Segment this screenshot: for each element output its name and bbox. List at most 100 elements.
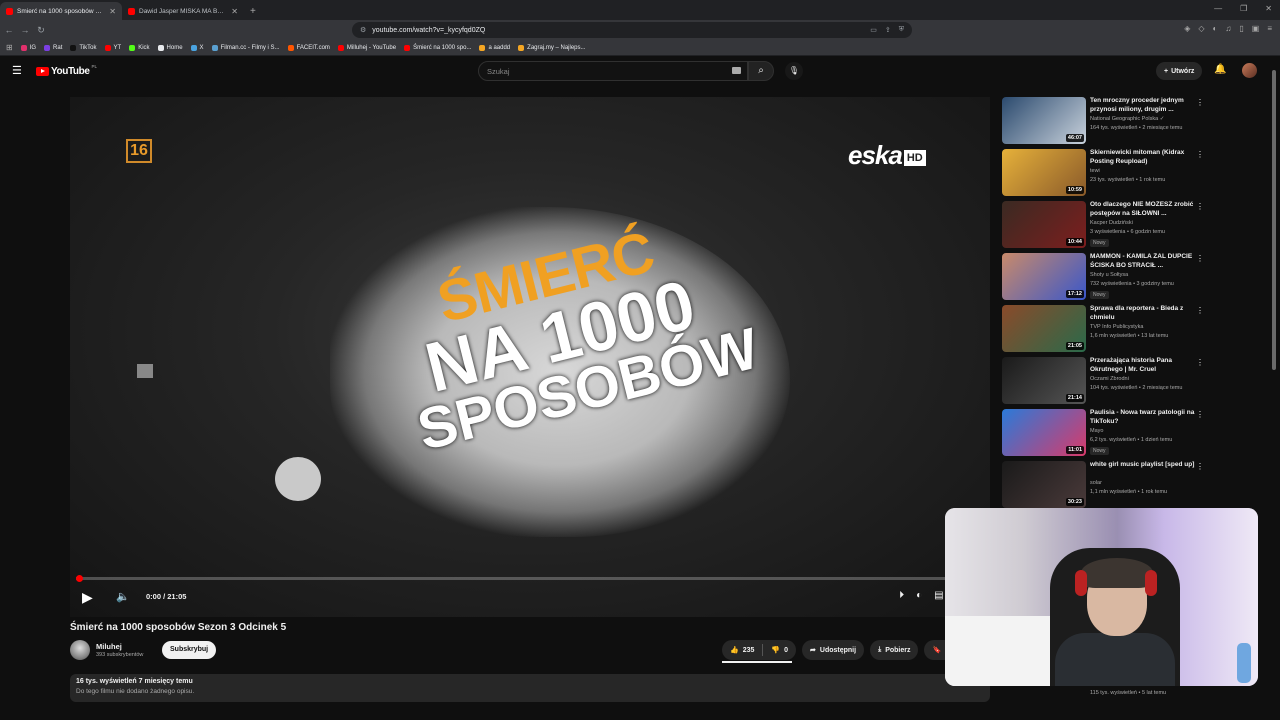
bookmark-item[interactable]: IG (20, 44, 36, 51)
search-button[interactable]: ⌕ (748, 61, 774, 81)
close-window-icon[interactable]: ✕ (1265, 4, 1272, 13)
maximize-icon[interactable]: ❐ (1240, 4, 1247, 13)
recommendation-channel[interactable]: solar (1090, 480, 1102, 486)
download-button[interactable]: ⤓ Pobierz (870, 640, 919, 660)
recommendation-title[interactable]: Przerażająca historia Pana Okrutnego | M… (1090, 357, 1196, 374)
video-thumbnail[interactable]: 11:01 (1002, 409, 1086, 456)
music-icon[interactable]: ♫ (1225, 24, 1231, 33)
url-field[interactable]: ⚙ youtube.com/watch?v=_kycyfqd0ZQ ▭ ⇪ ⛨ (352, 22, 912, 38)
video-player[interactable]: 16 eska HD ŚMIERĆ NA 1000 SPOSOBÓW ▶ 🔈 0… (70, 97, 990, 617)
browser-tab-active[interactable]: Śmierć na 1000 sposobów Sezon ✕ (0, 2, 122, 20)
keyboard-icon[interactable] (732, 67, 741, 74)
close-tab-icon[interactable]: ✕ (109, 7, 116, 16)
bookmark-item[interactable]: Rat (44, 44, 62, 51)
minimize-icon[interactable]: — (1214, 4, 1222, 13)
page-scrollbar[interactable] (1272, 60, 1277, 700)
extension-icon[interactable]: ◇ (1198, 24, 1204, 33)
menu-icon[interactable]: ≡ (1267, 24, 1272, 33)
wallet-icon[interactable]: ▣ (1252, 24, 1260, 33)
recommendation-channel[interactable]: National Geographic Polska ✓ (1090, 116, 1164, 122)
more-options-icon[interactable]: ⋮ (1196, 462, 1204, 471)
voice-search-button[interactable]: 🎙 (785, 62, 803, 80)
recommendation-item[interactable]: 10:59 Skierniewicki mitoman (Kidrax Posti… (1002, 149, 1207, 201)
recommendation-item[interactable]: 11:01 Paulisia - Nowa twarz patologii na … (1002, 409, 1207, 461)
sidebar-icon[interactable]: ▯ (1239, 24, 1243, 33)
search-input[interactable]: Szukaj (478, 61, 748, 81)
bookmark-item[interactable]: TikTok (70, 44, 97, 51)
recommendation-channel[interactable]: TVP Info Publicystyka (1090, 324, 1143, 330)
hamburger-menu-icon[interactable]: ☰ (12, 66, 22, 77)
recommendation-title[interactable]: Paulisia - Nowa twarz patologii na TikTo… (1090, 409, 1196, 426)
video-thumbnail[interactable]: 30:23 (1002, 461, 1086, 508)
video-thumbnail[interactable]: 21:14 (1002, 357, 1086, 404)
recommendation-channel[interactable]: Shoty u Sołtysa (1090, 272, 1128, 278)
share-button[interactable]: ➦ Udostępnij (802, 640, 865, 660)
more-options-icon[interactable]: ⋮ (1196, 98, 1204, 107)
recommendation-item[interactable]: 17:12 MAMMON - KAMILA ŻAL DUPCIE ŚCISKA B… (1002, 253, 1207, 305)
recommendation-title[interactable]: white girl music playlist [sped up] (1090, 461, 1196, 470)
bookmark-item[interactable]: Home (157, 44, 183, 51)
recommendation-title[interactable]: Sprawa dla reportera - Bieda z chmielu (1090, 305, 1196, 322)
recommendation-item[interactable]: 46:07 Ten mroczny proceder jednym przynos… (1002, 97, 1207, 149)
more-options-icon[interactable]: ⋮ (1196, 306, 1204, 315)
account-avatar[interactable] (1242, 63, 1257, 78)
volume-icon[interactable]: 🔈 (116, 590, 130, 603)
share-icon[interactable]: ⇪ (885, 26, 891, 34)
brave-shield-icon[interactable]: ⛨ (899, 26, 904, 34)
channel-avatar[interactable] (70, 640, 90, 660)
more-options-icon[interactable]: ⋮ (1196, 202, 1204, 211)
subscribe-button[interactable]: Subskrybuj (162, 641, 217, 659)
bookmark-item[interactable]: Śmierć na 1000 spo... (404, 44, 471, 51)
extension-icon[interactable]: ◈ (1184, 24, 1190, 33)
bookmark-item[interactable]: a aaddd (479, 44, 510, 51)
video-thumbnail[interactable]: 46:07 (1002, 97, 1086, 144)
scrubber-handle[interactable] (76, 575, 83, 582)
bookmark-item[interactable]: FACEIT.com (287, 44, 330, 51)
video-thumbnail[interactable]: 10:59 (1002, 149, 1086, 196)
recommendation-channel[interactable]: Mayo (1090, 428, 1103, 434)
recommendation-title[interactable]: Skierniewicki mitoman (Kidrax Posting Re… (1090, 149, 1196, 166)
video-thumbnail[interactable]: 10:44 (1002, 201, 1086, 248)
recommendation-item[interactable]: 21:05 Sprawa dla reportera - Bieda z chmi… (1002, 305, 1207, 357)
bookmark-item[interactable]: Milluhej - YouTube (337, 44, 396, 51)
bookmark-item[interactable]: YT (104, 44, 121, 51)
more-options-icon[interactable]: ⋮ (1196, 150, 1204, 159)
recommendation-title[interactable]: Oto dlaczego NIE MOŻESZ zrobić postępów … (1090, 201, 1196, 218)
recommendation-title[interactable]: MAMMON - KAMILA ŻAL DUPCIE ŚCISKA BO STR… (1090, 253, 1196, 270)
recommendation-item[interactable]: 21:14 Przerażająca historia Pana Okrutneg… (1002, 357, 1207, 409)
create-button[interactable]: + Utwórz (1156, 62, 1203, 80)
bookmark-item[interactable]: Zagraj.my – Najleps... (518, 44, 586, 51)
recommendation-title[interactable]: Ten mroczny proceder jednym przynosi mil… (1090, 97, 1196, 114)
youtube-logo[interactable]: YouTube PL (36, 64, 97, 77)
like-button[interactable]: 👍 235 (722, 640, 762, 660)
extension-icon[interactable]: ◐ (1213, 24, 1218, 33)
notifications-bell-icon[interactable]: 🔔 (1214, 64, 1226, 75)
recommendation-item[interactable]: 30:23 white girl music playlist [sped up]… (1002, 461, 1207, 513)
recommendation-item[interactable]: 10:44 Oto dlaczego NIE MOŻESZ zrobić post… (1002, 201, 1207, 253)
description-box[interactable]: 16 tys. wyświetleń 7 miesięcy temu Do te… (70, 674, 990, 702)
recommendation-channel[interactable]: tewi (1090, 168, 1100, 174)
autoplay-play-icon[interactable]: ⏵ (899, 590, 904, 601)
back-icon[interactable]: ← (2, 25, 16, 35)
bookmark-item[interactable]: Kick (129, 44, 150, 51)
apps-grid-icon[interactable]: ⊞ (6, 43, 13, 52)
install-icon[interactable]: ▭ (870, 26, 877, 34)
recommendation-channel[interactable]: Oczami Zbrodni (1090, 376, 1129, 382)
new-tab-icon[interactable]: + (244, 6, 262, 20)
video-thumbnail[interactable]: 17:12 (1002, 253, 1086, 300)
channel-name[interactable]: Miluhej (96, 642, 122, 651)
close-tab-icon[interactable]: ✕ (231, 7, 238, 16)
subtitles-icon[interactable]: ▤ (934, 590, 943, 601)
recommendation-channel[interactable]: Kacper Dudziński (1090, 220, 1133, 226)
more-options-icon[interactable]: ⋮ (1196, 254, 1204, 263)
autoplay-toggle-icon[interactable]: ◐ (916, 590, 922, 601)
more-options-icon[interactable]: ⋮ (1196, 410, 1204, 419)
bookmark-item[interactable]: Filman.cc - Filmy i S... (211, 44, 280, 51)
progress-bar[interactable] (76, 575, 984, 582)
play-button-icon[interactable]: ▶ (82, 589, 93, 606)
bookmark-item[interactable]: X (190, 44, 204, 51)
video-thumbnail[interactable]: 21:05 (1002, 305, 1086, 352)
more-options-icon[interactable]: ⋮ (1196, 358, 1204, 367)
site-info-icon[interactable]: ⚙ (360, 26, 366, 34)
forward-icon[interactable]: → (18, 25, 32, 35)
